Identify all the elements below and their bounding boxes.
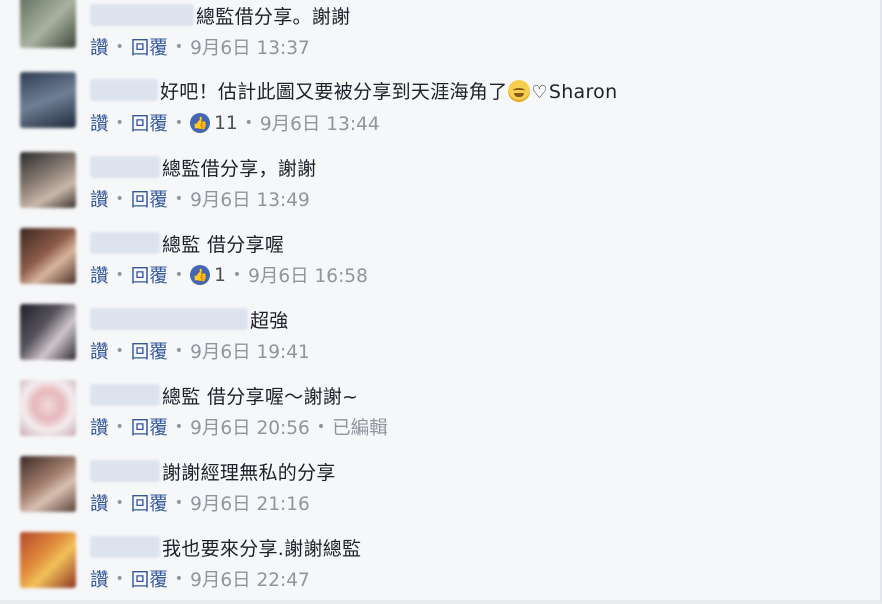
separator-dot: •	[232, 267, 242, 283]
comment-text: 總監 借分享喔～謝謝~	[162, 385, 359, 408]
commenter-name[interactable]	[90, 232, 160, 254]
comment-timestamp[interactable]: 9月6日 13:37	[190, 34, 310, 60]
reply-link[interactable]: 回覆	[131, 414, 168, 440]
separator-dot: •	[174, 495, 184, 511]
separator-dot: •	[174, 267, 184, 283]
like-link[interactable]: 讚	[90, 566, 109, 592]
like-link[interactable]: 讚	[90, 262, 109, 288]
reply-link[interactable]: 回覆	[131, 262, 168, 288]
commenter-name[interactable]	[90, 156, 160, 178]
commenter-name[interactable]	[90, 308, 248, 330]
comment-item: 總監借分享，謝謝 讚 • 回覆 • 9月6日 13:49	[0, 152, 880, 228]
avatar[interactable]	[20, 380, 76, 436]
comment-text: 超強	[250, 309, 289, 332]
separator-dot: •	[115, 267, 124, 283]
reply-link[interactable]: 回覆	[131, 566, 168, 592]
avatar[interactable]	[20, 532, 76, 588]
comment-timestamp[interactable]: 9月6日 21:16	[190, 490, 310, 516]
separator-dot: •	[174, 571, 184, 587]
commenter-name[interactable]	[90, 4, 194, 26]
comment-text: 總監借分享。謝謝	[196, 5, 351, 28]
avatar[interactable]	[20, 72, 76, 128]
separator-dot: •	[174, 419, 184, 435]
like-link[interactable]: 讚	[90, 338, 109, 364]
like-link[interactable]: 讚	[90, 110, 109, 136]
thumbs-up-icon[interactable]: 👍	[190, 265, 211, 285]
comment-timestamp[interactable]: 9月6日 19:41	[190, 338, 310, 364]
separator-dot: •	[174, 39, 184, 55]
separator-dot: •	[115, 495, 124, 511]
separator-dot: •	[316, 419, 326, 435]
separator-dot: •	[244, 115, 253, 131]
comment-timestamp[interactable]: 9月6日 22:47	[190, 566, 310, 592]
comment-text: 總監借分享，謝謝	[162, 157, 317, 180]
comment-text: 謝謝經理無私的分享	[162, 461, 336, 484]
comment-item: 超強 讚 • 回覆 • 9月6日 19:41	[0, 304, 880, 380]
separator-dot: •	[174, 343, 184, 359]
grinning-sweat-emoji-icon	[508, 79, 531, 102]
separator-dot: •	[115, 343, 124, 359]
separator-dot: •	[115, 419, 124, 435]
comment-timestamp[interactable]: 9月6日 16:58	[248, 262, 368, 288]
comment-timestamp[interactable]: 9月6日 13:44	[260, 110, 380, 136]
commenter-name[interactable]	[90, 536, 160, 558]
separator-dot: •	[115, 39, 124, 55]
comment-timestamp[interactable]: 9月6日 20:56	[190, 414, 310, 440]
separator-dot: •	[115, 191, 124, 207]
avatar[interactable]	[20, 304, 76, 360]
comment-item: 總監 借分享喔～謝謝~ 讚 • 回覆 • 9月6日 20:56 • 已編輯	[0, 380, 880, 456]
commenter-name[interactable]	[90, 384, 160, 406]
comment-item: 總監借分享。謝謝 讚 • 回覆 • 9月6日 13:37	[0, 0, 880, 76]
avatar[interactable]	[20, 228, 76, 284]
comment-item: 謝謝經理無私的分享 讚 • 回覆 • 9月6日 21:16	[0, 456, 880, 532]
comment-text: 好吧！估計此圖又要被分享到天涯海角了 ♡Sharon	[160, 79, 618, 103]
heart-icon: ♡	[531, 81, 548, 103]
reply-link[interactable]: 回覆	[131, 110, 168, 136]
commenter-name[interactable]	[90, 79, 158, 101]
comment-text: 我也要來分享.謝謝總監	[162, 537, 362, 560]
comment-timestamp[interactable]: 9月6日 13:49	[190, 186, 310, 212]
reply-link[interactable]: 回覆	[131, 34, 168, 60]
reply-link[interactable]: 回覆	[131, 338, 168, 364]
separator-dot: •	[115, 571, 124, 587]
avatar[interactable]	[20, 152, 76, 208]
separator-dot: •	[115, 115, 124, 131]
commenter-name[interactable]	[90, 460, 160, 482]
like-link[interactable]: 讚	[90, 34, 109, 60]
comment-item: 總監 借分享喔 讚 • 回覆 • 👍 1 • 9月6日 16:58	[0, 228, 880, 304]
reply-link[interactable]: 回覆	[131, 186, 168, 212]
like-link[interactable]: 讚	[90, 490, 109, 516]
comment-list: 總監借分享。謝謝 讚 • 回覆 • 9月6日 13:37 好吧！估計此圖又要被分…	[0, 0, 882, 604]
separator-dot: •	[174, 115, 184, 131]
avatar[interactable]	[20, 456, 76, 512]
edited-label[interactable]: 已編輯	[332, 414, 388, 440]
like-link[interactable]: 讚	[90, 414, 109, 440]
comment-text: 總監 借分享喔	[162, 233, 285, 256]
avatar[interactable]	[20, 0, 76, 48]
separator-dot: •	[174, 191, 184, 207]
comment-item: 我也要來分享.謝謝總監 讚 • 回覆 • 9月6日 22:47	[0, 532, 880, 600]
like-link[interactable]: 讚	[90, 186, 109, 212]
comment-item: 好吧！估計此圖又要被分享到天涯海角了 ♡Sharon 讚 • 回覆 • 👍 11 …	[0, 72, 880, 152]
reply-link[interactable]: 回覆	[131, 490, 168, 516]
like-count[interactable]: 11	[214, 113, 238, 134]
thumbs-up-icon[interactable]: 👍	[190, 113, 211, 133]
like-count[interactable]: 1	[214, 265, 226, 286]
